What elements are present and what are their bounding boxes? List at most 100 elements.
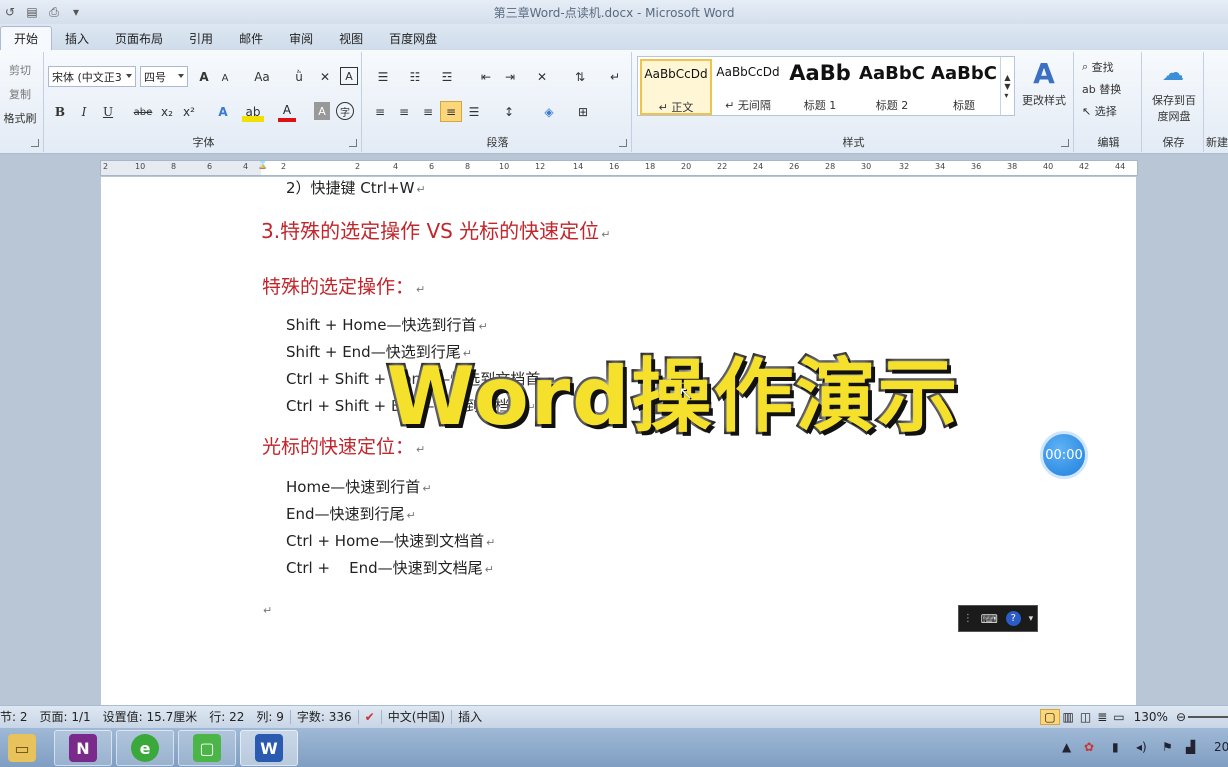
strikethrough-button[interactable]: abe — [132, 102, 154, 122]
cut-button[interactable]: 剪切 — [0, 62, 40, 78]
justify-icon[interactable]: ≡ — [440, 101, 462, 122]
enclose-char-icon[interactable]: 字 — [336, 102, 354, 120]
status-language[interactable]: 中文(中国) — [382, 708, 451, 725]
tab-insert[interactable]: 插入 — [52, 26, 102, 50]
tray-security-icon[interactable]: ✿ — [1084, 740, 1094, 754]
menu-arrow-icon[interactable]: ▾ — [1029, 614, 1034, 624]
tab-home[interactable]: 开始 — [0, 26, 53, 50]
keyboard-icon[interactable]: ⌨ — [981, 612, 998, 626]
spell-check-icon[interactable]: ✔ — [359, 710, 381, 724]
copy-button[interactable]: 复制 — [0, 86, 40, 102]
save-to-baidu-line2[interactable]: 度网盘 — [1144, 108, 1204, 124]
tray-clock[interactable]: 20 — [1214, 740, 1228, 754]
phonetic-guide-icon[interactable]: ǜ — [290, 67, 308, 87]
decrease-indent-icon[interactable]: ⇤ — [476, 67, 496, 87]
shrink-font-button[interactable]: A — [218, 69, 232, 87]
draft-view-icon[interactable]: ▭ — [1110, 710, 1127, 724]
replace-button[interactable]: ab 替换 — [1082, 80, 1138, 98]
distributed-icon[interactable]: ☰ — [464, 102, 484, 122]
bold-button[interactable]: B — [52, 102, 68, 122]
status-zoom[interactable]: 130% — [1128, 710, 1174, 724]
find-button[interactable]: ⌕ 查找 — [1082, 58, 1138, 76]
char-border-icon[interactable]: A — [340, 67, 358, 85]
increase-indent-icon[interactable]: ⇥ — [500, 67, 520, 87]
select-button[interactable]: ↖ 选择 — [1082, 102, 1138, 120]
gallery-scroll[interactable]: ▲ ▼ ▾ — [1000, 57, 1014, 115]
style-no-spacing[interactable]: AaBbCcDd ↵ 无间隔 — [712, 59, 784, 115]
grow-font-button[interactable]: A — [196, 67, 212, 87]
taskbar-onenote[interactable]: N — [54, 730, 112, 766]
bullets-icon[interactable]: ☰ — [370, 67, 396, 87]
sort-icon[interactable]: ⇅ — [570, 67, 590, 87]
align-right-icon[interactable]: ≡ — [418, 102, 438, 122]
taskbar-explorer[interactable]: ▭ — [2, 730, 42, 766]
status-page[interactable]: 页面: 1/1 — [34, 708, 97, 725]
underline-button[interactable]: U — [100, 102, 116, 122]
tab-view[interactable]: 视图 — [326, 26, 376, 50]
font-color-icon[interactable]: A — [278, 102, 296, 122]
style-title[interactable]: AaBbC 标题 — [928, 59, 1000, 115]
customize-qat-icon[interactable]: ▾ — [68, 4, 84, 20]
status-insert-mode[interactable]: 插入 — [452, 708, 488, 725]
text-effect-icon[interactable]: A — [212, 102, 234, 122]
superscript-button[interactable]: x² — [180, 102, 198, 122]
align-left-icon[interactable]: ≡ — [370, 102, 390, 122]
tab-page-layout[interactable]: 页面布局 — [102, 26, 176, 50]
save-to-baidu-line1[interactable]: 保存到百 — [1144, 92, 1204, 108]
style-normal[interactable]: AaBbCcDd ↵ 正文 — [640, 59, 712, 115]
shading-icon[interactable]: ◈ — [536, 102, 562, 122]
clear-format-icon[interactable]: ✕ — [316, 67, 334, 87]
status-column[interactable]: 列: 9 — [250, 708, 290, 725]
font-size-combo[interactable]: 四号 — [140, 66, 188, 87]
print-layout-view-icon[interactable]: ▢ — [1040, 708, 1060, 725]
tray-usb-icon[interactable]: ▮ — [1112, 740, 1119, 754]
horizontal-ruler[interactable]: 2 10 8 6 4 2 2 4 6 8 10 12 14 16 18 20 2… — [100, 160, 1138, 176]
format-painter-button[interactable]: 格式刷 — [0, 110, 40, 126]
highlight-icon[interactable]: ab — [242, 102, 264, 122]
recording-timer[interactable]: 00:00 — [1040, 431, 1088, 479]
tab-references[interactable]: 引用 — [176, 26, 226, 50]
tab-review[interactable]: 审阅 — [276, 26, 326, 50]
style-heading1[interactable]: AaBb 标题 1 — [784, 59, 856, 115]
status-section[interactable]: 节: 2 — [0, 708, 34, 725]
print-icon[interactable]: ⎙ — [46, 4, 62, 20]
show-marks-icon[interactable]: ↵ — [606, 67, 624, 87]
multilevel-list-icon[interactable]: ☲ — [434, 67, 460, 87]
align-center-icon[interactable]: ≡ — [394, 102, 414, 122]
taskbar-chat[interactable]: ▢ — [178, 730, 236, 766]
status-words[interactable]: 字数: 336 — [291, 708, 358, 725]
tray-volume-icon[interactable]: ◂) — [1136, 740, 1147, 754]
change-styles-button[interactable]: 更改样式 — [1016, 92, 1072, 108]
clipboard-launcher-icon[interactable] — [31, 139, 39, 147]
zoom-slider[interactable] — [1188, 715, 1228, 718]
print-preview-icon[interactable]: ▤ — [24, 4, 40, 20]
outline-view-icon[interactable]: ≣ — [1094, 710, 1110, 724]
web-view-icon[interactable]: ◫ — [1077, 710, 1094, 724]
styles-launcher-icon[interactable] — [1061, 139, 1069, 147]
tray-expand-icon[interactable]: ▲ — [1062, 740, 1071, 754]
reading-view-icon[interactable]: ▥ — [1060, 710, 1077, 724]
undo-icon[interactable]: ↺ — [2, 4, 18, 20]
tab-baidu-netdisk[interactable]: 百度网盘 — [376, 26, 450, 50]
drag-handle-icon[interactable]: ⋮ — [963, 613, 973, 624]
taskbar-browser[interactable]: e — [116, 730, 174, 766]
status-line[interactable]: 行: 22 — [203, 708, 250, 725]
help-icon[interactable]: ? — [1005, 611, 1021, 626]
tray-network-icon[interactable]: ▟ — [1186, 740, 1195, 754]
borders-icon[interactable]: ⊞ — [570, 102, 596, 122]
change-case-button[interactable]: Aa — [250, 67, 274, 87]
font-launcher-icon[interactable] — [349, 139, 357, 147]
taskbar-word[interactable]: W — [240, 730, 298, 766]
baidu-cloud-icon[interactable]: ☁ — [1158, 58, 1188, 88]
char-shading-icon[interactable]: A — [314, 102, 330, 120]
subscript-button[interactable]: x₂ — [158, 102, 176, 122]
change-styles-icon[interactable]: A — [1018, 57, 1070, 90]
paragraph-launcher-icon[interactable] — [619, 139, 627, 147]
indent-marker-icon[interactable]: ⌛ — [257, 161, 268, 170]
chinese-layout-icon[interactable]: ✕ — [530, 67, 554, 87]
style-heading2[interactable]: AaBbC 标题 2 — [856, 59, 928, 115]
numbering-icon[interactable]: ☷ — [402, 67, 428, 87]
line-spacing-icon[interactable]: ↕ — [496, 102, 522, 122]
status-position[interactable]: 设置值: 15.7厘米 — [97, 708, 204, 725]
font-name-combo[interactable]: 宋体 (中文正3 — [48, 66, 136, 87]
